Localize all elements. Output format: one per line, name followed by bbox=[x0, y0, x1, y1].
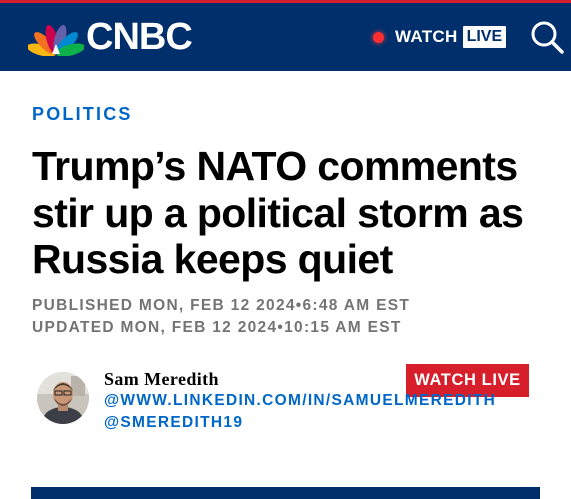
video-player-bar bbox=[31, 487, 540, 499]
published-date: PUBLISHED MON, FEB 12 2024•6:48 AM EST bbox=[32, 297, 411, 314]
header-watch-live-link[interactable]: WATCH LIVE bbox=[373, 25, 507, 49]
watch-label: WATCH bbox=[395, 27, 458, 46]
author-twitter-link[interactable]: @SMEREDITH19 bbox=[104, 414, 243, 432]
author-name[interactable]: Sam Meredith bbox=[104, 369, 219, 390]
live-dot-icon bbox=[373, 31, 384, 43]
cnbc-logo[interactable]: CNBC bbox=[28, 16, 193, 58]
author-linkedin-link[interactable]: @WWW.LINKEDIN.COM/IN/SAMUELMEREDITH bbox=[104, 392, 496, 410]
logo-wordmark: CNBC bbox=[86, 16, 193, 58]
author-photo bbox=[37, 372, 89, 424]
site-header: CNBC WATCH LIVE bbox=[0, 3, 571, 71]
nbc-peacock-icon bbox=[28, 24, 84, 56]
author-avatar[interactable] bbox=[37, 372, 89, 424]
search-icon[interactable] bbox=[529, 19, 565, 55]
article-headline: Trump’s NATO comments stir up a politica… bbox=[32, 143, 524, 282]
section-link-politics[interactable]: POLITICS bbox=[32, 104, 133, 125]
live-badge: LIVE bbox=[462, 26, 507, 48]
updated-date: UPDATED MON, FEB 12 2024•10:15 AM EST bbox=[32, 319, 402, 336]
